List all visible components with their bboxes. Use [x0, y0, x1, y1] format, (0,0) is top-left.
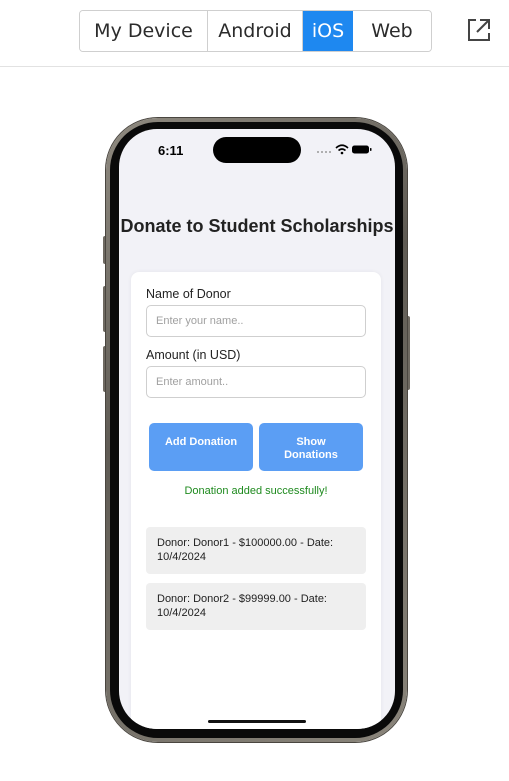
platform-tabs: My Device Android iOS Web: [79, 10, 432, 52]
donor-name-input[interactable]: [146, 305, 366, 337]
amount-label: Amount (in USD): [146, 348, 241, 362]
donation-list-item: Donor: Donor2 - $99999.00 - Date: 10/4/2…: [146, 583, 366, 630]
donation-form-card: Name of Donor Amount (in USD) Add Donati…: [131, 272, 381, 729]
donation-list-item: Donor: Donor1 - $100000.00 - Date: 10/4/…: [146, 527, 366, 574]
tab-ios[interactable]: iOS: [303, 11, 353, 51]
tab-android[interactable]: Android: [208, 11, 303, 51]
add-donation-button[interactable]: Add Donation: [149, 423, 253, 471]
show-donations-label: Show Donations: [284, 436, 338, 461]
status-time: 6:11: [158, 143, 184, 158]
header-divider: [0, 66, 509, 67]
donor-name-label: Name of Donor: [146, 287, 231, 301]
show-donations-button[interactable]: Show Donations: [259, 423, 363, 471]
home-indicator[interactable]: [208, 720, 306, 723]
dynamic-island: [213, 137, 301, 163]
tab-web[interactable]: Web: [353, 11, 431, 51]
phone-screen: 6:11 Donate to Student Scholarships Name…: [119, 129, 395, 729]
amount-input[interactable]: [146, 366, 366, 398]
tab-my-device[interactable]: My Device: [80, 11, 208, 51]
success-message: Donation added successfully!: [184, 485, 328, 497]
open-external-icon[interactable]: [466, 17, 492, 43]
app-title: Donate to Student Scholarships: [120, 216, 394, 236]
status-icons: [317, 144, 372, 155]
